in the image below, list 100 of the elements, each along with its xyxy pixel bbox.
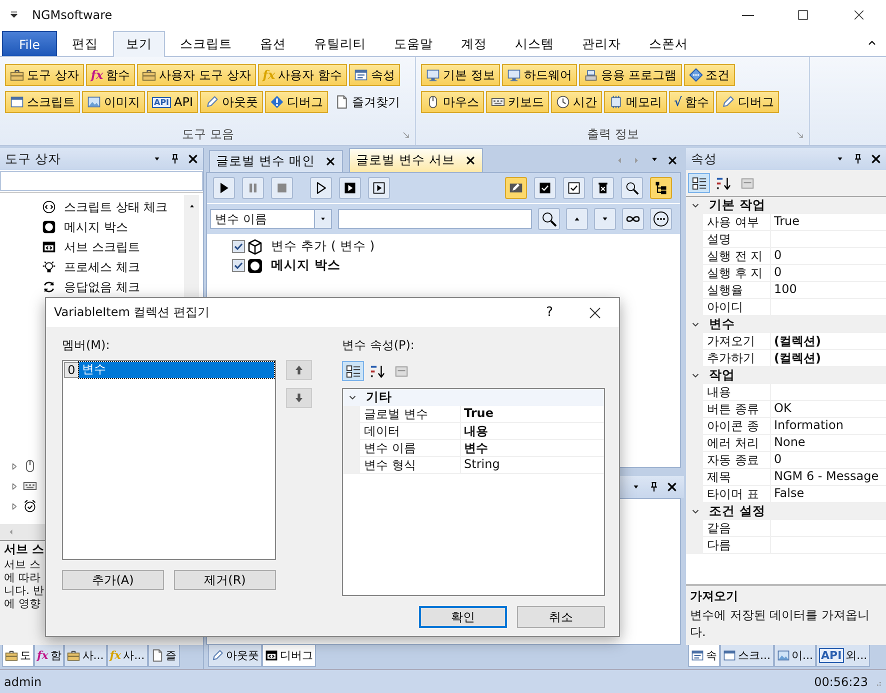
member-item[interactable]: 변수 xyxy=(79,362,274,378)
ribbon-button[interactable]: fx 함수 xyxy=(86,64,136,86)
list-window-icon xyxy=(354,68,368,82)
property-value[interactable]: 변수 xyxy=(460,440,604,457)
categorized-button[interactable] xyxy=(342,361,364,381)
property-value[interactable]: None xyxy=(770,435,886,452)
ribbon-button[interactable]: 스크립트 xyxy=(5,91,80,113)
ribbon-button[interactable]: 키보드 xyxy=(486,91,549,113)
property-value[interactable]: (컬렉션) xyxy=(770,350,886,367)
document-tab[interactable]: 글로벌 변수 서브 xyxy=(348,148,483,172)
document-tab[interactable]: 글로벌 변수 매인 xyxy=(209,150,343,172)
panel-tab[interactable]: 즐 xyxy=(148,645,180,667)
ribbon-tab[interactable]: 편집 xyxy=(58,31,111,56)
ribbon-button[interactable]: 속성 xyxy=(348,64,400,86)
ribbon-button[interactable]: 사용자 도구 상자 xyxy=(137,64,256,86)
ok-button[interactable]: 확인 xyxy=(419,606,507,628)
property-value[interactable]: OK xyxy=(770,401,886,418)
search-by-dropdown[interactable]: 변수 이름 xyxy=(210,209,332,229)
toolbar-button[interactable] xyxy=(213,177,235,199)
description-title: 가져오기 xyxy=(690,588,739,605)
ribbon-button[interactable]: 하드웨어 xyxy=(502,64,577,86)
toolbox-item[interactable]: 스크립트 상태 체크 xyxy=(64,198,168,216)
toolbar-button[interactable] xyxy=(650,177,672,199)
property-value[interactable]: False xyxy=(770,486,886,503)
panel-tab[interactable]: 속 xyxy=(688,645,720,667)
tree-item[interactable]: 변수 추가 ( 변수 ) xyxy=(271,238,375,255)
property-value[interactable]: True xyxy=(770,214,886,231)
checkbox[interactable] xyxy=(232,259,245,272)
panel-tab[interactable]: 이... xyxy=(774,645,816,667)
panel-tab[interactable]: 스크... xyxy=(720,645,774,667)
search-field[interactable] xyxy=(0,171,203,191)
ribbon-button[interactable]: fx 사용자 함수 xyxy=(258,64,347,86)
panel-tab[interactable]: 도 xyxy=(2,645,34,667)
toolbar-button[interactable] xyxy=(592,177,614,199)
add-button[interactable]: 추가(A) xyxy=(62,570,164,590)
property-value[interactable]: Information xyxy=(770,418,886,435)
ribbon-button[interactable]: 시간 xyxy=(551,91,602,113)
ribbon-button[interactable]: 디버그 xyxy=(265,91,328,113)
ribbon-button[interactable]: 디버그 xyxy=(716,91,779,113)
panel-tab[interactable]: API 외... xyxy=(816,645,870,667)
move-up-button[interactable] xyxy=(286,360,312,380)
panel-tab[interactable]: 아웃풋 xyxy=(208,645,262,667)
tree-item[interactable]: 메시지 박스 xyxy=(271,257,340,274)
move-down-button[interactable] xyxy=(286,388,312,408)
ribbon-button[interactable]: 조건 xyxy=(684,64,735,86)
ribbon-button[interactable]: √ 함수 xyxy=(669,91,714,113)
remove-button[interactable]: 제거(R) xyxy=(174,570,276,590)
toolbox-item[interactable]: 서브 스크립트 xyxy=(64,238,140,256)
ribbon-tab[interactable]: 보기 xyxy=(112,31,165,57)
ribbon-tab[interactable]: 스크립트 xyxy=(166,31,245,56)
ribbon-tab[interactable]: 관리자 xyxy=(568,31,634,56)
help-button[interactable]: ? xyxy=(546,305,553,320)
ribbon-tab[interactable]: 스폰서 xyxy=(636,31,701,56)
loop-button[interactable] xyxy=(622,208,644,230)
toolbar-button[interactable] xyxy=(534,177,556,199)
ribbon-tab[interactable]: 계정 xyxy=(448,31,500,56)
cancel-button[interactable]: 취소 xyxy=(517,606,605,628)
toolbar-button[interactable] xyxy=(368,177,390,199)
more-button[interactable] xyxy=(650,208,672,230)
ribbon-button[interactable]: 기본 정보 xyxy=(421,64,500,86)
property-name: 변수 이름 xyxy=(360,440,460,457)
ribbon-button[interactable]: 즐겨찾기 xyxy=(330,91,406,113)
ribbon-tab[interactable]: 도움말 xyxy=(380,31,446,56)
ribbon-button[interactable]: 이미지 xyxy=(82,91,145,113)
search-button[interactable] xyxy=(538,208,560,230)
window-icon xyxy=(10,95,24,109)
toolbox-item[interactable]: 프로세스 체크 xyxy=(64,258,140,276)
categorized-button[interactable] xyxy=(688,173,710,193)
property-value[interactable]: 0 xyxy=(770,452,886,469)
property-value[interactable]: (컬렉션) xyxy=(770,333,886,350)
panel-tab[interactable]: 사... xyxy=(64,645,107,667)
toolbar-button[interactable] xyxy=(339,177,361,199)
property-value[interactable]: NGM 6 - Message xyxy=(770,469,886,486)
ribbon-button[interactable]: 메모리 xyxy=(604,91,667,113)
ribbon-button[interactable]: 아웃풋 xyxy=(200,91,264,113)
checkbox[interactable] xyxy=(232,240,245,253)
ribbon-button[interactable]: API API xyxy=(147,91,198,113)
panel-tab[interactable]: 디버그 xyxy=(262,645,316,667)
property-value[interactable]: 0 xyxy=(770,265,886,282)
toolbar-button[interactable] xyxy=(563,177,585,199)
toolbox-item[interactable]: 응답없음 체크 xyxy=(64,278,140,296)
property-value[interactable]: String xyxy=(460,457,604,474)
toolbar-button[interactable] xyxy=(621,177,643,199)
property-value[interactable]: True xyxy=(460,406,604,423)
ribbon-button[interactable]: 응용 프로그램 xyxy=(578,64,682,86)
panel-tab[interactable]: fx 함 xyxy=(34,645,64,667)
panel-tab[interactable]: fx 사... xyxy=(106,645,148,667)
property-value[interactable]: 내용 xyxy=(460,423,604,440)
ribbon-tab[interactable]: 유틸리티 xyxy=(300,31,379,56)
property-value[interactable]: 100 xyxy=(770,282,886,299)
search-field[interactable] xyxy=(338,209,532,229)
ribbon-tab[interactable]: 시스템 xyxy=(502,31,567,56)
ribbon-tab[interactable]: File xyxy=(2,31,57,56)
ribbon-tab[interactable]: 옵션 xyxy=(246,31,299,56)
property-value[interactable]: 0 xyxy=(770,248,886,265)
toolbox-item[interactable]: 메시지 박스 xyxy=(64,218,128,236)
toolbar-button[interactable] xyxy=(505,177,527,199)
ribbon-button[interactable]: 마우스 xyxy=(421,91,484,113)
ribbon-button[interactable]: 도구 상자 xyxy=(5,64,84,86)
toolbar-button[interactable] xyxy=(310,177,332,199)
